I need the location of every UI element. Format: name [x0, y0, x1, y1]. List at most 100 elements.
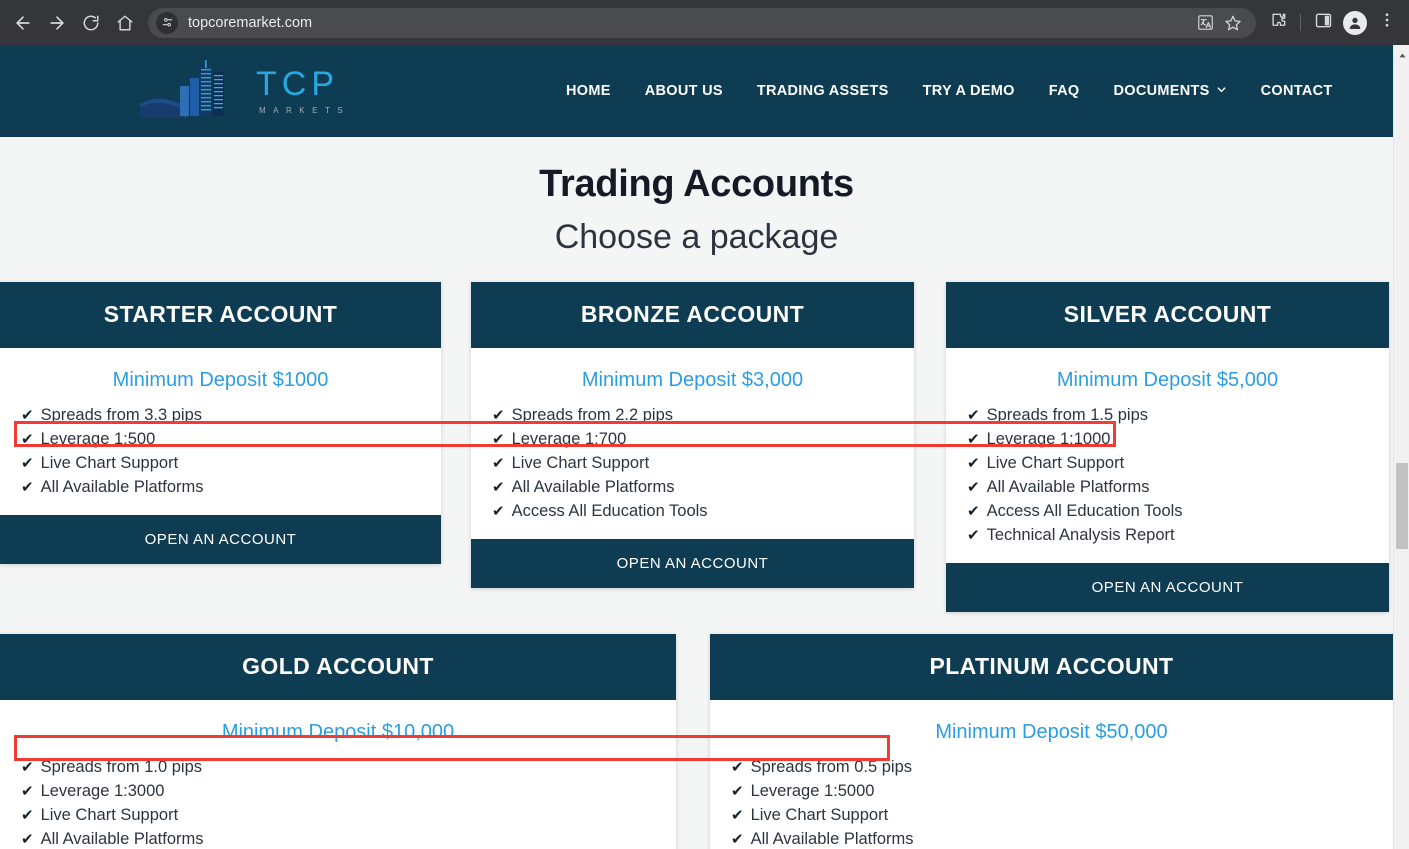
feature-label: Access All Education Tools: [511, 502, 708, 520]
profile-button[interactable]: [1339, 7, 1371, 39]
check-icon: ✔: [731, 758, 744, 776]
scroll-up-arrow[interactable]: [1394, 47, 1409, 63]
feature-item-leverage: ✔ Leverage 1:3000: [21, 779, 676, 803]
arrow-left-icon: [13, 13, 33, 33]
page-scrollbar[interactable]: [1393, 45, 1409, 849]
feature-item-leverage: ✔ Leverage 1:5000: [731, 779, 1393, 803]
pricing-row-bottom: GOLD ACCOUNT Minimum Deposit $10,000 ✔ S…: [0, 634, 1393, 849]
site-info-icon[interactable]: [156, 11, 178, 34]
feature-item: ✔ Spreads from 3.3 pips: [21, 403, 441, 427]
feature-item: ✔ Technical Analysis Report: [967, 523, 1389, 547]
toolbar-divider: [1300, 14, 1301, 31]
feature-label: Spreads from 1.0 pips: [40, 758, 202, 776]
page-viewport: TCP MARKETS HOME ABOUT US TRADING ASSETS…: [0, 45, 1409, 849]
feature-item: ✔ Access All Education Tools: [967, 499, 1389, 523]
feature-list: ✔ Spreads from 0.5 pips ✔ Leverage 1:500…: [710, 755, 1393, 849]
profile-avatar-icon: [1343, 10, 1367, 35]
home-button[interactable]: [108, 6, 142, 40]
card-title: SILVER ACCOUNT: [946, 282, 1389, 348]
browser-toolbar: topcoremarket.com: [0, 0, 1409, 45]
feature-item: ✔ All Available Platforms: [731, 827, 1393, 849]
feature-label: Access All Education Tools: [986, 502, 1183, 520]
pricing-card-platinum: PLATINUM ACCOUNT Minimum Deposit $50,000…: [710, 634, 1393, 849]
card-deposit: Minimum Deposit $10,000: [221, 721, 455, 743]
feature-label: All Available Platforms: [986, 478, 1150, 496]
back-button[interactable]: [6, 6, 40, 40]
feature-label: Leverage 1:700: [511, 430, 627, 448]
nav-item-home[interactable]: HOME: [566, 77, 611, 105]
feature-label: Live Chart Support: [40, 806, 179, 824]
check-icon: ✔: [967, 454, 980, 472]
check-icon: ✔: [21, 430, 34, 448]
chrome-menu-button[interactable]: [1371, 7, 1403, 39]
feature-item: ✔ All Available Platforms: [21, 475, 441, 499]
nav-label: TRADING ASSETS: [756, 83, 889, 99]
check-icon: ✔: [731, 806, 744, 824]
reload-button[interactable]: [74, 6, 108, 40]
check-icon: ✔: [967, 526, 980, 544]
nav-item-faq[interactable]: FAQ: [1049, 77, 1080, 105]
check-icon: ✔: [731, 782, 744, 800]
logo-brand-text: TCP: [256, 65, 339, 103]
website-page: TCP MARKETS HOME ABOUT US TRADING ASSETS…: [0, 45, 1393, 849]
card-title: PLATINUM ACCOUNT: [710, 634, 1393, 700]
nav-label: DOCUMENTS: [1113, 83, 1210, 99]
scrollbar-thumb[interactable]: [1396, 463, 1408, 549]
home-icon: [116, 14, 134, 32]
forward-button[interactable]: [40, 6, 74, 40]
check-icon: ✔: [21, 782, 34, 800]
check-icon: ✔: [967, 430, 980, 448]
page-subtitle: Choose a package: [554, 218, 839, 256]
card-body: Minimum Deposit $10,000 ✔ Spreads from 1…: [0, 700, 676, 849]
nav-item-contact[interactable]: CONTACT: [1261, 77, 1333, 105]
page-title: Trading Accounts: [539, 163, 854, 205]
check-icon: ✔: [21, 406, 34, 424]
feature-label: Spreads from 0.5 pips: [750, 758, 912, 776]
nav-label: CONTACT: [1260, 83, 1333, 99]
feature-label: Leverage 1:3000: [40, 782, 165, 800]
nav-item-documents[interactable]: DOCUMENTS: [1113, 77, 1226, 105]
feature-label: All Available Platforms: [40, 478, 204, 496]
tcp-skyline-logo-icon: [140, 60, 224, 118]
nav-item-try-a-demo[interactable]: TRY A DEMO: [923, 77, 1015, 105]
feature-list: ✔ Spreads from 2.2 pips ✔ Leverage 1:700…: [471, 403, 914, 523]
check-icon: ✔: [492, 454, 505, 472]
card-deposit: Minimum Deposit $5,000: [1056, 369, 1279, 391]
check-icon: ✔: [731, 830, 744, 848]
feature-list: ✔ Spreads from 1.0 pips ✔ Leverage 1:300…: [0, 755, 676, 849]
feature-item: ✔ All Available Platforms: [492, 475, 914, 499]
extensions-button[interactable]: [1262, 7, 1294, 39]
nav-item-about-us[interactable]: ABOUT US: [645, 77, 723, 105]
chevron-down-icon: [1216, 83, 1227, 99]
translate-icon[interactable]: [1192, 10, 1218, 36]
address-bar[interactable]: topcoremarket.com: [148, 7, 1256, 38]
feature-label: All Available Platforms: [750, 830, 914, 848]
card-title: GOLD ACCOUNT: [0, 634, 676, 700]
check-icon: ✔: [967, 478, 980, 496]
bookmark-star-icon[interactable]: [1220, 10, 1246, 36]
site-logo[interactable]: TCP MARKETS: [140, 60, 350, 122]
check-icon: ✔: [967, 406, 980, 424]
side-panel-icon: [1314, 11, 1333, 35]
open-account-button-starter[interactable]: OPEN AN ACCOUNT: [0, 515, 441, 564]
check-icon: ✔: [492, 478, 505, 496]
feature-label: All Available Platforms: [511, 478, 675, 496]
feature-list: ✔ Spreads from 3.3 pips ✔ Leverage 1:500…: [0, 403, 441, 499]
feature-item-leverage: ✔ Leverage 1:700: [492, 427, 914, 451]
open-account-button-silver[interactable]: OPEN AN ACCOUNT: [946, 563, 1389, 612]
open-account-button-bronze[interactable]: OPEN AN ACCOUNT: [471, 539, 914, 588]
nav-label: HOME: [566, 83, 611, 99]
card-body: Minimum Deposit $5,000 ✔ Spreads from 1.…: [946, 348, 1389, 563]
feature-item: ✔ Live Chart Support: [967, 451, 1389, 475]
logo-tagline-text: MARKETS: [259, 106, 351, 115]
card-deposit: Minimum Deposit $50,000: [935, 721, 1168, 743]
nav-item-trading-assets[interactable]: TRADING ASSETS: [757, 77, 889, 105]
feature-item: ✔ Access All Education Tools: [492, 499, 914, 523]
three-dot-menu-icon: [1378, 11, 1396, 34]
feature-item: ✔ Live Chart Support: [21, 803, 676, 827]
side-panel-button[interactable]: [1307, 7, 1339, 39]
feature-label: Leverage 1:1000: [986, 430, 1111, 448]
feature-item-leverage: ✔ Leverage 1:1000: [967, 427, 1389, 451]
feature-label: Technical Analysis Report: [986, 526, 1175, 544]
pricing-card-starter: STARTER ACCOUNT Minimum Deposit $1000 ✔ …: [0, 282, 441, 564]
